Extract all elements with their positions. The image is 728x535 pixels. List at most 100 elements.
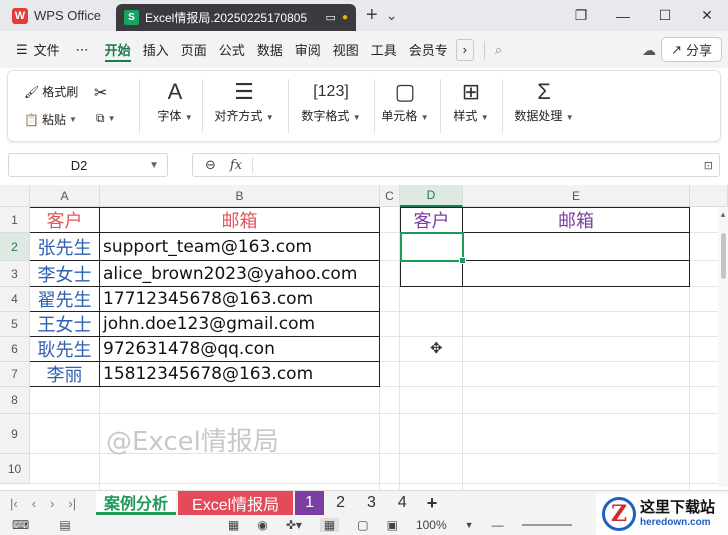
sheet-tab-2[interactable]: 2 <box>326 491 355 515</box>
tab-page[interactable]: 页面 <box>175 31 213 68</box>
output-header-email-cell[interactable]: 邮箱 <box>463 208 689 232</box>
zoom-slider[interactable] <box>521 524 572 526</box>
sheet-tab-case-analysis[interactable]: 案例分析 <box>96 491 177 515</box>
email-cell[interactable]: 15812345678@163.com <box>100 362 379 386</box>
tab-view[interactable]: 视图 <box>327 31 365 68</box>
vertical-scroll-thumb[interactable] <box>721 233 726 279</box>
row-header-7[interactable]: 7 <box>0 362 30 387</box>
close-button[interactable]: ✕ <box>686 7 728 24</box>
cloud-sync-icon[interactable]: ☁ <box>642 42 656 59</box>
sheet-tab-3[interactable]: 3 <box>357 491 386 515</box>
sheet-tab-excel-bureau[interactable]: Excel情报局 <box>178 491 294 515</box>
file-menu[interactable]: ☰ 文件 <box>10 31 66 68</box>
row-header-10[interactable]: 10 <box>0 454 30 484</box>
tab-member[interactable]: 会员专 <box>403 31 454 68</box>
data-process-button[interactable]: Σ 数据处理 ▼ <box>512 77 576 124</box>
column-header-b[interactable]: B <box>100 185 380 207</box>
email-cell[interactable]: alice_brown2023@yahoo.com <box>100 261 379 286</box>
tab-review[interactable]: 审阅 <box>289 31 327 68</box>
email-cell[interactable]: 17712345678@163.com <box>100 287 379 311</box>
tab-formula[interactable]: 公式 <box>213 31 251 68</box>
tab-home[interactable]: 开始 <box>99 31 137 68</box>
page-layout-icon[interactable]: ▢ <box>357 518 368 532</box>
header-email-cell[interactable]: 邮箱 <box>100 208 379 232</box>
next-sheet-icon[interactable]: › <box>50 496 54 511</box>
zoom-icon[interactable]: ⊖ <box>205 157 216 173</box>
column-header-d[interactable]: D <box>400 185 463 207</box>
name-box[interactable]: D2 ▼ <box>8 153 168 177</box>
zoom-level[interactable]: 100% <box>416 518 447 532</box>
minimize-button[interactable]: — <box>602 8 644 24</box>
tab-tools[interactable]: 工具 <box>365 31 403 68</box>
document-tab[interactable]: S Excel情报局.20250225170805 ▭ ● <box>116 4 356 31</box>
font-button[interactable]: A 字体 ▼ <box>150 77 200 124</box>
tab-list-chevron-icon[interactable]: ⌄ <box>386 7 398 24</box>
row-header-3[interactable]: 3 <box>0 261 30 287</box>
row-header-4[interactable]: 4 <box>0 287 30 312</box>
row-header-9[interactable]: 9 <box>0 414 30 454</box>
cell-button[interactable]: ▢ 单元格 ▼ <box>380 77 430 124</box>
style-button[interactable]: ⊞ 样式 ▼ <box>448 77 494 124</box>
page-break-icon[interactable]: ▣ <box>387 518 398 532</box>
scroll-up-icon[interactable]: ▴ <box>718 209 728 220</box>
last-sheet-icon[interactable]: ›| <box>68 496 76 511</box>
formula-input[interactable]: ⊖ fx ⊡ <box>192 153 720 177</box>
email-cell[interactable]: john.doe123@gmail.com <box>100 312 379 336</box>
sheet-tab-1[interactable]: 1 <box>295 491 325 515</box>
expand-formula-icon[interactable]: ⊡ <box>704 159 719 172</box>
customer-name-cell[interactable]: 张先生 <box>30 233 99 260</box>
chevron-down-icon[interactable]: ▼ <box>149 160 167 171</box>
column-header-c[interactable]: C <box>380 185 400 207</box>
layout-icon[interactable]: ▤ <box>59 518 70 532</box>
zoom-dropdown-icon[interactable]: ▼ <box>465 520 474 530</box>
customer-name-cell[interactable]: 王女士 <box>30 312 99 336</box>
grid-view-icon[interactable]: ▦ <box>228 518 239 532</box>
email-cell[interactable]: support_team@163.com <box>100 233 379 260</box>
new-tab-button[interactable]: + <box>366 4 378 27</box>
tab-insert[interactable]: 插入 <box>137 31 175 68</box>
row-header-2[interactable]: 2 <box>0 233 30 261</box>
row-header-8[interactable]: 8 <box>0 387 30 414</box>
customer-name-cell[interactable]: 翟先生 <box>30 287 99 311</box>
row-header-1[interactable]: 1 <box>0 207 30 233</box>
email-cell[interactable]: 972631478@qq.con <box>100 337 379 361</box>
macro-icon[interactable]: ⌨ <box>12 518 29 532</box>
select-all-corner[interactable] <box>0 185 30 207</box>
cut-icon[interactable]: ✂ <box>94 83 107 103</box>
more-menu[interactable]: ⋯ <box>66 31 99 68</box>
copy-button[interactable]: ⧉ ▼ <box>96 111 116 126</box>
sheet-tab-4[interactable]: 4 <box>388 491 417 515</box>
column-header-e[interactable]: E <box>463 185 690 207</box>
screen-icon[interactable]: ▭ <box>326 11 336 24</box>
prev-sheet-icon[interactable]: ‹ <box>32 496 36 511</box>
maximize-button[interactable]: ☐ <box>644 7 686 24</box>
spreadsheet-grid[interactable]: A B C D E 1 2 3 4 5 6 7 8 9 10 客户 邮箱 张先生 <box>0 185 728 490</box>
row-header-6[interactable]: 6 <box>0 337 30 362</box>
restore-tab-button[interactable]: ❐ <box>560 7 602 24</box>
first-sheet-icon[interactable]: |‹ <box>10 496 18 511</box>
fx-icon[interactable]: fx <box>230 158 242 173</box>
search-icon[interactable]: ⌕ <box>495 42 502 58</box>
zoom-out-icon[interactable]: — <box>492 518 504 532</box>
add-sheet-button[interactable]: + <box>419 491 446 515</box>
selected-cell-d2[interactable] <box>400 232 466 264</box>
customer-name-cell[interactable]: 耿先生 <box>30 337 99 361</box>
share-button[interactable]: ↗ 分享 <box>661 37 722 62</box>
output-header-customer-cell[interactable]: 客户 <box>401 208 462 232</box>
tab-data[interactable]: 数据 <box>251 31 289 68</box>
unsaved-dot-icon[interactable]: ● <box>342 12 348 23</box>
format-painter-button[interactable]: 🖌 格式刷 <box>24 83 78 100</box>
eye-protect-icon[interactable]: ◉ <box>257 518 267 532</box>
header-customer-cell[interactable]: 客户 <box>30 208 99 232</box>
wps-home-tab[interactable]: W WPS Office <box>0 0 116 31</box>
customer-name-cell[interactable]: 李丽 <box>30 362 99 386</box>
menu-scroll-right-icon[interactable]: › <box>455 38 474 61</box>
row-header-5[interactable]: 5 <box>0 312 30 337</box>
align-button[interactable]: ☰ 对齐方式 ▼ <box>208 77 280 124</box>
column-header-a[interactable]: A <box>30 185 100 207</box>
customer-name-cell[interactable]: 李女士 <box>30 261 99 286</box>
paste-button[interactable]: 📋 粘贴 ▼ <box>24 111 77 128</box>
number-format-button[interactable]: [123] 数字格式 ▼ <box>294 77 368 124</box>
crosshair-icon[interactable]: ✜▾ <box>286 518 302 532</box>
normal-view-icon[interactable]: ▦ <box>319 518 340 532</box>
